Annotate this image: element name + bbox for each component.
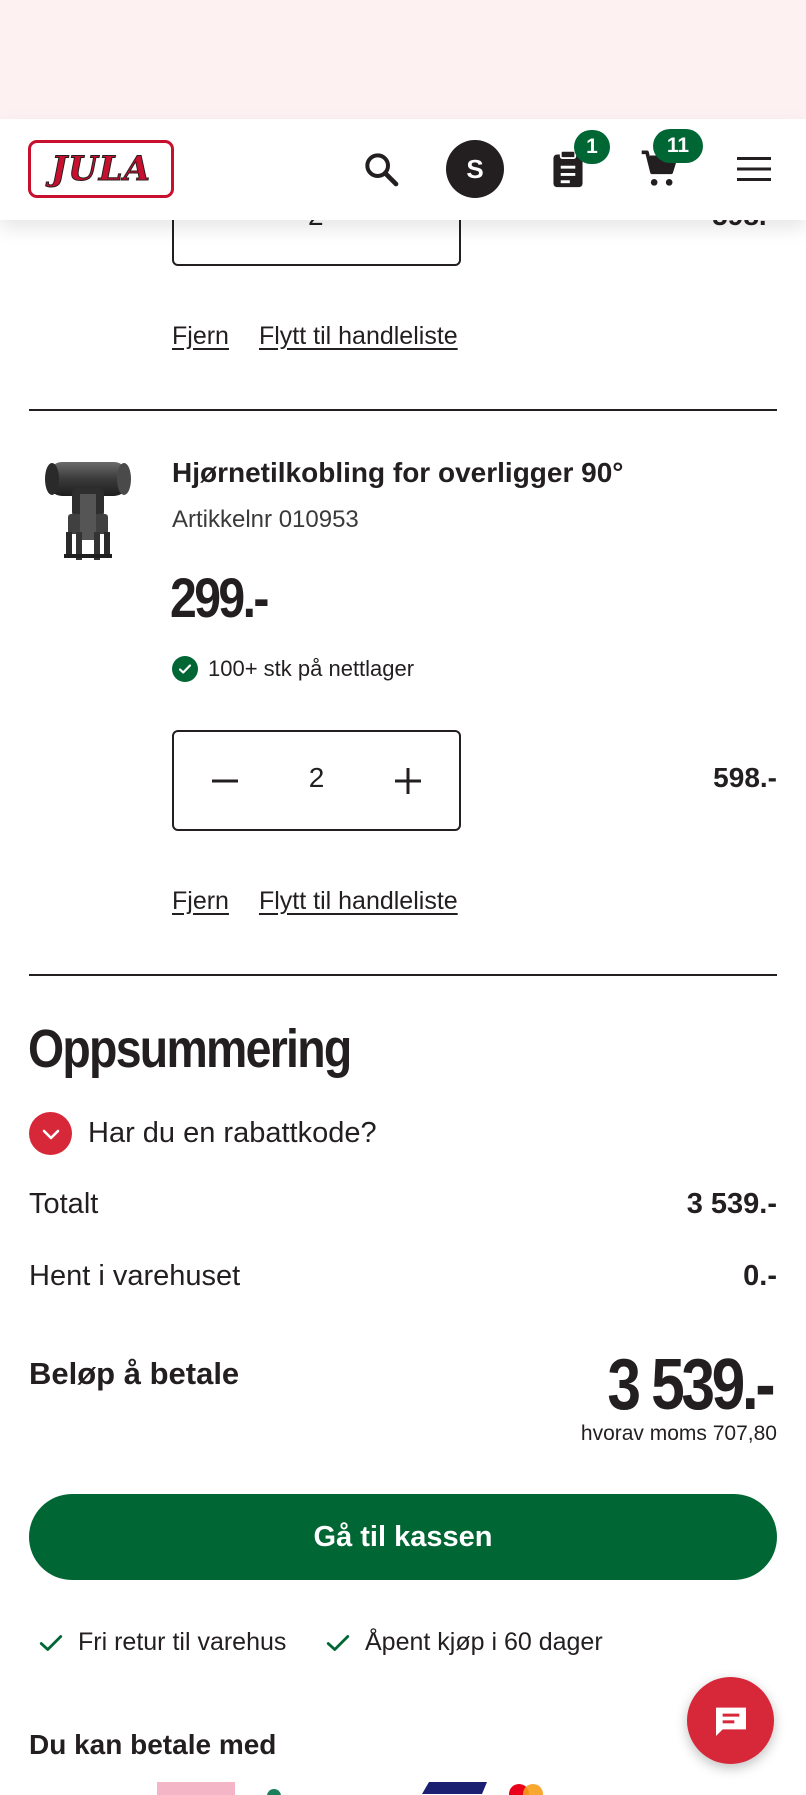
search-icon[interactable]: [357, 145, 405, 193]
payment-logos: [157, 1780, 657, 1795]
hamburger-menu-icon[interactable]: [731, 145, 779, 193]
product-sku: Artikkelnr 010953: [172, 506, 359, 533]
vipps-logo: [267, 1789, 281, 1795]
visa-logo: [422, 1782, 487, 1794]
amount-to-pay-label: Beløp å betale: [29, 1356, 240, 1391]
total-row: Totalt 3 539.-: [29, 1188, 777, 1221]
check-icon: [326, 1634, 350, 1651]
remove-link[interactable]: Fjern: [172, 322, 229, 351]
stock-text: 100+ stk på nettlager: [208, 656, 415, 681]
product-price: 299.-: [170, 566, 269, 629]
chat-button[interactable]: [687, 1677, 774, 1764]
quantity-stepper: 2: [172, 730, 461, 831]
total-value: 3 539.-: [686, 1188, 777, 1220]
jula-logo[interactable]: JULA: [28, 140, 174, 198]
product-title[interactable]: Hjørnetilkobling for overligger 90°: [172, 457, 624, 489]
total-label: Totalt: [29, 1188, 99, 1220]
logo-text: JULA: [50, 149, 152, 190]
chevron-down-icon[interactable]: [29, 1112, 72, 1155]
pickup-row: Hent i varehuset 0.-: [29, 1260, 777, 1293]
user-avatar[interactable]: S: [446, 140, 504, 198]
line-total: 598.-: [713, 762, 777, 793]
chat-icon: [715, 1707, 746, 1736]
product-image[interactable]: [42, 458, 134, 566]
checkout-button[interactable]: Gå til kassen: [29, 1494, 777, 1580]
divider: [29, 409, 777, 411]
shopping-list-badge: 1: [574, 130, 610, 164]
usp-open-purchase: Åpent kjøp i 60 dager: [325, 1628, 603, 1657]
remove-link[interactable]: Fjern: [172, 887, 229, 916]
discount-code-toggle[interactable]: Har du en rabattkode?: [29, 1112, 377, 1155]
cart-badge: 11: [653, 129, 703, 163]
summary-title: Oppsummering: [28, 1019, 352, 1079]
usp-free-return: Fri retur til varehus: [38, 1628, 286, 1657]
payment-methods-title: Du kan betale med: [29, 1729, 277, 1760]
discount-label[interactable]: Har du en rabattkode?: [88, 1117, 377, 1150]
usp-text: Åpent kjøp i 60 dager: [365, 1628, 603, 1656]
move-to-list-link[interactable]: Flytt til handleliste: [259, 887, 458, 916]
pickup-label: Hent i varehuset: [29, 1260, 241, 1292]
item-actions: Fjern Flytt til handleliste: [172, 887, 458, 916]
amount-to-pay: 3 539.-: [607, 1345, 775, 1425]
pickup-value: 0.-: [743, 1260, 777, 1292]
increase-quantity-button[interactable]: [384, 757, 432, 805]
stock-status: 100+ stk på nettlager: [172, 656, 414, 682]
check-icon: [39, 1634, 63, 1651]
klarna-logo: [157, 1782, 235, 1795]
site-header: JULA S 1 11: [0, 119, 806, 220]
vat-note: hvorav moms 707,80: [580, 1422, 777, 1445]
top-banner: [0, 0, 806, 119]
in-stock-check-icon: [172, 656, 198, 682]
previous-item-actions: Fjern Flytt til handleliste: [172, 322, 458, 351]
usp-text: Fri retur til varehus: [78, 1628, 287, 1656]
divider: [29, 974, 777, 976]
move-to-list-link[interactable]: Flytt til handleliste: [259, 322, 458, 351]
